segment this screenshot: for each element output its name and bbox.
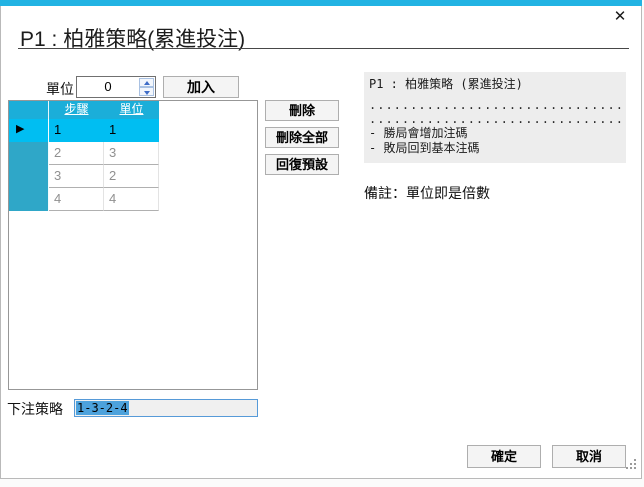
- cell-unit[interactable]: 4: [104, 188, 159, 211]
- unit-label: 單位: [46, 79, 74, 99]
- cell-unit[interactable]: 3: [104, 142, 159, 165]
- unit-value[interactable]: 0: [77, 79, 139, 94]
- restore-default-button[interactable]: 回復預設: [265, 154, 339, 175]
- info-dots: ........................................: [369, 98, 621, 112]
- spin-up-button[interactable]: [139, 78, 154, 87]
- current-row-icon: ▶: [16, 122, 24, 135]
- table-header: 步驟 單位: [9, 101, 159, 119]
- ok-button[interactable]: 確定: [467, 445, 541, 468]
- delete-button[interactable]: 刪除: [265, 100, 339, 121]
- cell-step[interactable]: 3: [49, 165, 104, 188]
- info-bullet: - 勝局會增加注碼: [369, 126, 621, 141]
- strategy-label: 下注策略: [7, 399, 63, 419]
- cell-unit[interactable]: 1: [104, 119, 159, 142]
- cell-step[interactable]: 1: [49, 119, 104, 142]
- unit-spinner[interactable]: 0: [76, 76, 156, 98]
- table-row[interactable]: ▶ 1 1: [9, 119, 159, 142]
- column-header-step[interactable]: 步驟: [49, 101, 104, 119]
- screen: ✕ P1 : 柏雅策略(累進投注) 單位 0 加入 步驟 單位 ▶ 1: [0, 0, 644, 487]
- info-bullet: - 敗局回到基本注碼: [369, 141, 621, 156]
- strategy-info-panel: P1 : 柏雅策略 (累進投注) .......................…: [364, 72, 626, 163]
- table-row[interactable]: 4 4: [9, 188, 159, 211]
- row-selector[interactable]: [9, 188, 49, 211]
- title-divider: [18, 48, 629, 49]
- cell-step[interactable]: 2: [49, 142, 104, 165]
- cell-step[interactable]: 4: [49, 188, 104, 211]
- add-button[interactable]: 加入: [163, 76, 239, 98]
- strategy-value: 1-3-2-4: [76, 401, 129, 415]
- table-row[interactable]: 3 2: [9, 165, 159, 188]
- accent-topbar: [0, 0, 642, 6]
- row-selector[interactable]: [9, 142, 49, 165]
- spin-down-button[interactable]: [139, 87, 154, 96]
- strategy-input[interactable]: 1-3-2-4: [74, 399, 258, 417]
- steps-table[interactable]: 步驟 單位 ▶ 1 1 2 3 3 2 4: [8, 100, 258, 390]
- info-heading: P1 : 柏雅策略 (累進投注): [369, 77, 621, 92]
- row-selector[interactable]: ▶: [9, 119, 49, 142]
- close-icon[interactable]: ✕: [610, 7, 630, 27]
- info-dots: ........................................: [369, 112, 621, 126]
- table-row[interactable]: 2 3: [9, 142, 159, 165]
- row-selector[interactable]: [9, 165, 49, 188]
- up-arrow-icon: [144, 81, 150, 85]
- note-text: 備註：單位即是倍數: [364, 183, 490, 203]
- row-selector-header: [9, 101, 49, 119]
- cell-unit[interactable]: 2: [104, 165, 159, 188]
- down-arrow-icon: [144, 91, 150, 95]
- resize-grip-icon[interactable]: [624, 457, 636, 469]
- column-header-unit[interactable]: 單位: [104, 101, 159, 119]
- spinner-arrows: [139, 78, 154, 96]
- delete-all-button[interactable]: 刪除全部: [265, 127, 339, 148]
- dialog-window: ✕ P1 : 柏雅策略(累進投注) 單位 0 加入 步驟 單位 ▶ 1: [0, 0, 642, 479]
- cancel-button[interactable]: 取消: [552, 445, 626, 468]
